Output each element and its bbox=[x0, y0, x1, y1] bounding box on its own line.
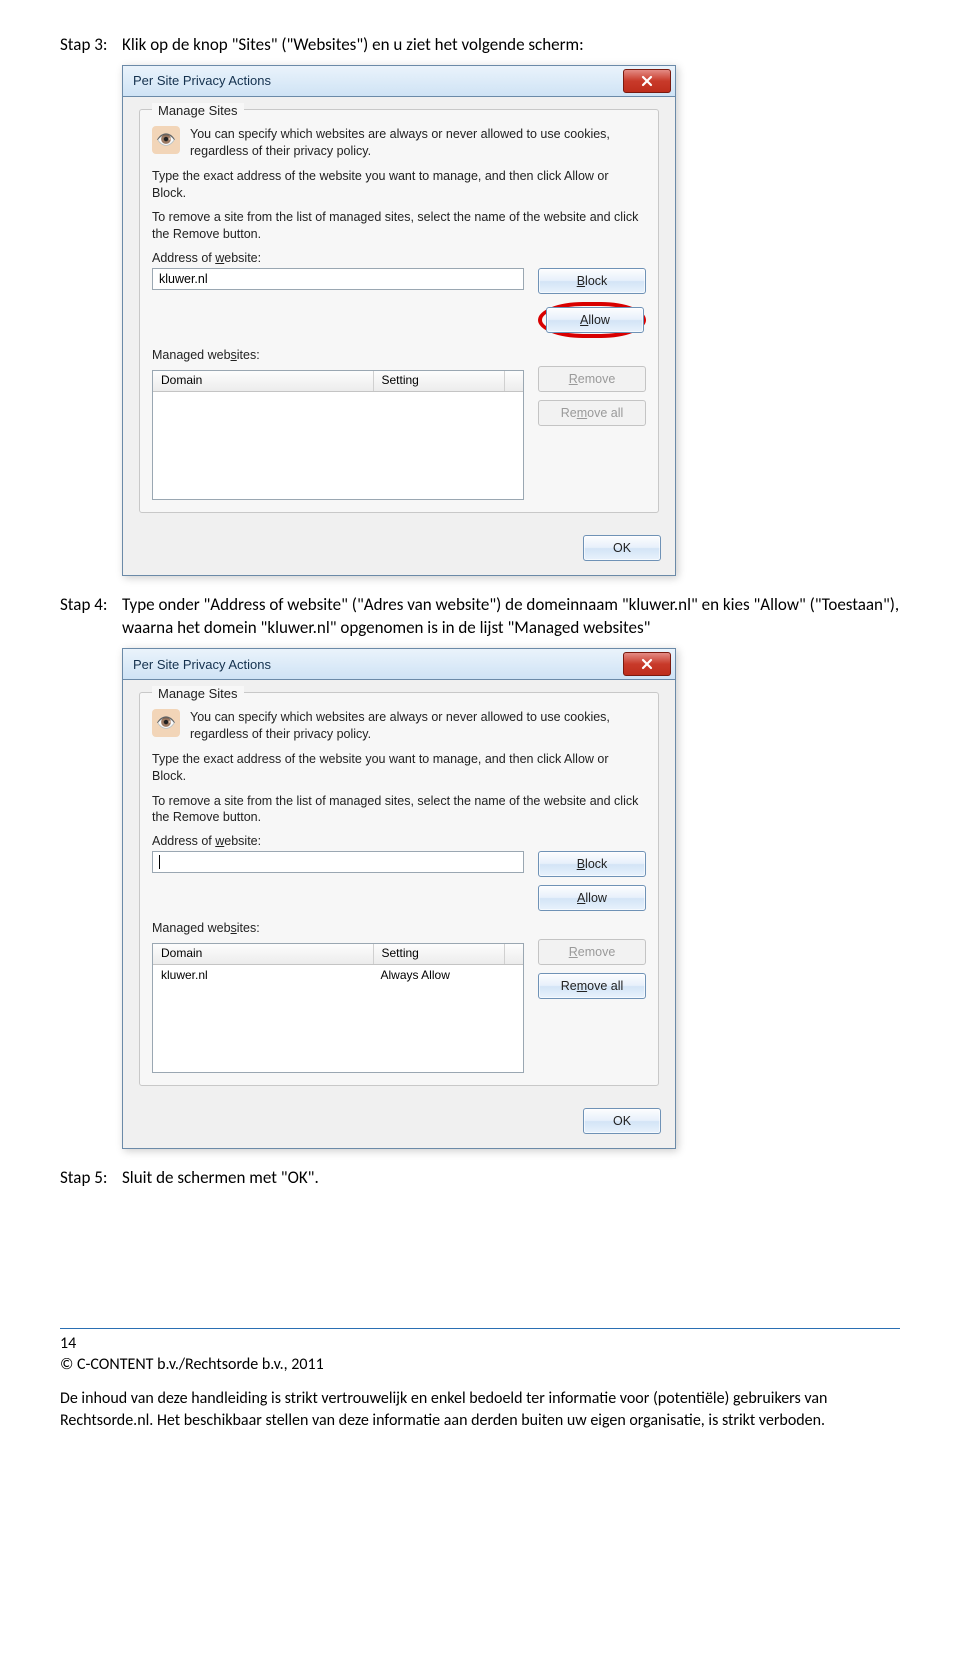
step-5: Stap 5: Sluit de schermen met "OK". bbox=[60, 1167, 900, 1190]
copyright: © C-CONTENT b.v./Rechtsorde b.v., 2011 bbox=[60, 1355, 900, 1374]
managed-listbox[interactable]: Domain Setting bbox=[152, 370, 524, 500]
step-4: Stap 4: Type onder "Address of website" … bbox=[60, 594, 900, 640]
ok-button[interactable]: OK bbox=[583, 1108, 661, 1134]
list-header: Domain Setting bbox=[153, 944, 523, 965]
address-label: Address of website: bbox=[152, 251, 646, 265]
close-icon bbox=[641, 658, 653, 670]
titlebar: Per Site Privacy Actions bbox=[123, 66, 675, 97]
group-legend: Manage Sites bbox=[152, 103, 244, 118]
col-domain[interactable]: Domain bbox=[153, 371, 374, 391]
col-domain[interactable]: Domain bbox=[153, 944, 374, 964]
page-number: 14 bbox=[60, 1334, 900, 1353]
close-button[interactable] bbox=[623, 652, 671, 676]
block-button[interactable]: Block bbox=[538, 851, 646, 877]
step-label: Stap 4: bbox=[60, 594, 122, 640]
address-input[interactable] bbox=[152, 268, 524, 290]
privacy-dialog-2: Per Site Privacy Actions Manage Sites 👁️… bbox=[122, 648, 676, 1149]
list-header: Domain Setting bbox=[153, 371, 523, 392]
highlight-ring: Allow bbox=[538, 302, 646, 338]
managed-label: Managed websites: bbox=[152, 921, 646, 935]
step-text: Klik op de knop "Sites" ("Websites") en … bbox=[122, 34, 900, 57]
privacy-eye-icon: 👁️ bbox=[152, 126, 180, 154]
allow-button[interactable]: Allow bbox=[546, 307, 644, 333]
dialog-title: Per Site Privacy Actions bbox=[133, 657, 271, 672]
step-text: Sluit de schermen met "OK". bbox=[122, 1167, 900, 1190]
close-icon bbox=[641, 75, 653, 87]
step-3: Stap 3: Klik op de knop "Sites" ("Websit… bbox=[60, 34, 900, 57]
privacy-dialog-1: Per Site Privacy Actions Manage Sites 👁️… bbox=[122, 65, 676, 576]
close-button[interactable] bbox=[623, 69, 671, 93]
instruction-1: Type the exact address of the website yo… bbox=[152, 168, 646, 202]
help-text: You can specify which websites are alway… bbox=[190, 126, 646, 160]
caret-icon bbox=[159, 855, 160, 869]
step-label: Stap 3: bbox=[60, 34, 122, 57]
cell-domain: kluwer.nl bbox=[153, 968, 373, 982]
manage-sites-group: Manage Sites 👁️ You can specify which we… bbox=[139, 692, 659, 1086]
remove-all-button[interactable]: Remove all bbox=[538, 973, 646, 999]
address-input[interactable] bbox=[152, 851, 524, 873]
remove-all-button: Remove all bbox=[538, 400, 646, 426]
dialog-title: Per Site Privacy Actions bbox=[133, 73, 271, 88]
manage-sites-group: Manage Sites 👁️ You can specify which we… bbox=[139, 109, 659, 513]
block-button[interactable]: Block bbox=[538, 268, 646, 294]
group-legend: Manage Sites bbox=[152, 686, 244, 701]
list-item[interactable]: kluwer.nl Always Allow bbox=[153, 965, 523, 985]
allow-button[interactable]: Allow bbox=[538, 885, 646, 911]
help-text: You can specify which websites are alway… bbox=[190, 709, 646, 743]
managed-listbox[interactable]: Domain Setting kluwer.nl Always Allow bbox=[152, 943, 524, 1073]
remove-button: Remove bbox=[538, 939, 646, 965]
privacy-eye-icon: 👁️ bbox=[152, 709, 180, 737]
disclaimer: De inhoud van deze handleiding is strikt… bbox=[60, 1388, 900, 1431]
step-text: Type onder "Address of website" ("Adres … bbox=[122, 594, 900, 640]
cell-setting: Always Allow bbox=[373, 968, 524, 982]
page-footer: 14 © C-CONTENT b.v./Rechtsorde b.v., 201… bbox=[60, 1328, 900, 1431]
address-label: Address of website: bbox=[152, 834, 646, 848]
ok-button[interactable]: OK bbox=[583, 535, 661, 561]
instruction-1: Type the exact address of the website yo… bbox=[152, 751, 646, 785]
instruction-2: To remove a site from the list of manage… bbox=[152, 793, 646, 827]
col-setting[interactable]: Setting bbox=[374, 371, 506, 391]
step-label: Stap 5: bbox=[60, 1167, 122, 1190]
managed-label: Managed websites: bbox=[152, 348, 646, 362]
titlebar: Per Site Privacy Actions bbox=[123, 649, 675, 680]
remove-button: Remove bbox=[538, 366, 646, 392]
col-setting[interactable]: Setting bbox=[374, 944, 506, 964]
instruction-2: To remove a site from the list of manage… bbox=[152, 209, 646, 243]
